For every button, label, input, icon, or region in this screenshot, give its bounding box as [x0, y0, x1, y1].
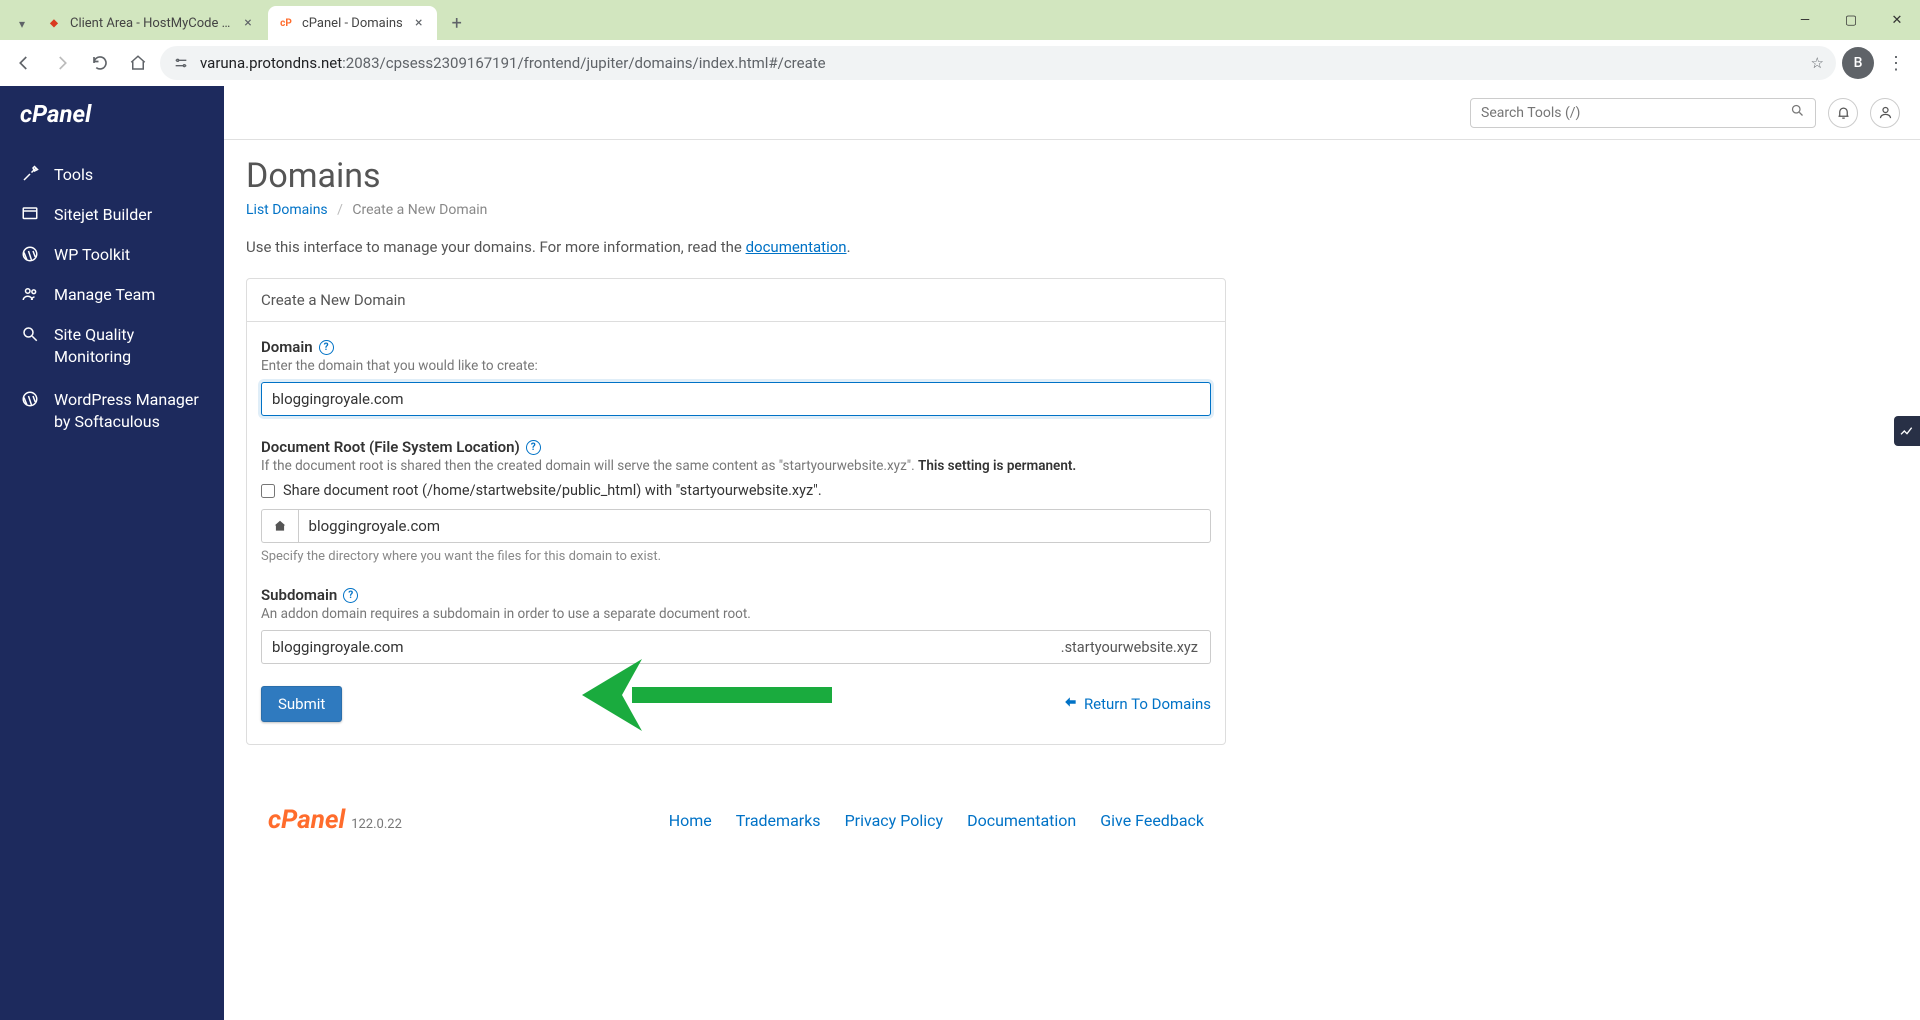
sidebar-item-tools[interactable]: Tools: [0, 154, 224, 194]
breadcrumb: List Domains / Create a New Domain: [246, 202, 1226, 218]
profile-avatar[interactable]: B: [1842, 47, 1874, 79]
sitejet-icon: [20, 204, 40, 224]
domain-hint: Enter the domain that you would like to …: [261, 358, 1211, 374]
footer-version: 122.0.22: [351, 817, 402, 832]
browser-toolbar: varuna.protondns.net:2083/cpsess23091671…: [0, 40, 1920, 86]
tab-client-area[interactable]: ◆ Client Area - HostMyCode Web ×: [36, 6, 266, 40]
search-input[interactable]: [1481, 105, 1782, 121]
sidebar-item-label: WordPress Managerby Softaculous: [54, 389, 199, 434]
notifications-button[interactable]: [1828, 98, 1858, 128]
browser-menu-button[interactable]: ⋮: [1880, 47, 1912, 79]
tab-title: Client Area - HostMyCode Web: [70, 16, 232, 31]
search-icon[interactable]: [1790, 103, 1805, 122]
favicon-icon: cP: [278, 15, 294, 31]
close-icon[interactable]: ×: [411, 15, 427, 31]
tab-title: cPanel - Domains: [302, 16, 403, 31]
breadcrumb-list-domains[interactable]: List Domains: [246, 202, 328, 218]
sidebar-item-label: Sitejet Builder: [54, 205, 152, 224]
return-icon: [1064, 695, 1078, 713]
footer-link-documentation[interactable]: Documentation: [967, 811, 1076, 830]
return-to-domains-link[interactable]: Return To Domains: [1064, 695, 1211, 713]
team-icon: [20, 284, 40, 304]
footer-link-trademarks[interactable]: Trademarks: [736, 811, 821, 830]
address-bar[interactable]: varuna.protondns.net:2083/cpsess23091671…: [160, 46, 1836, 80]
footer-link-privacy[interactable]: Privacy Policy: [845, 811, 944, 830]
subdomain-input[interactable]: [261, 630, 1049, 664]
cpanel-logo[interactable]: cPanel: [0, 100, 224, 154]
close-window-button[interactable]: ✕: [1874, 0, 1920, 40]
tab-cpanel-domains[interactable]: cP cPanel - Domains ×: [268, 6, 437, 40]
minimize-button[interactable]: —: [1782, 0, 1828, 40]
home-icon: [261, 509, 298, 543]
url-text: varuna.protondns.net:2083/cpsess23091671…: [200, 54, 1801, 72]
subdomain-label: Subdomain ?: [261, 586, 1211, 604]
tools-icon: [20, 164, 40, 184]
sidebar-item-site-quality[interactable]: Site QualityMonitoring: [0, 314, 224, 379]
home-button[interactable]: [122, 47, 154, 79]
documentation-link[interactable]: documentation: [746, 238, 847, 256]
magnify-icon: [20, 324, 40, 344]
help-icon[interactable]: ?: [343, 588, 358, 603]
browser-tab-strip: ▾ ◆ Client Area - HostMyCode Web × cP cP…: [0, 0, 1920, 40]
sidebar-item-label: Manage Team: [54, 285, 155, 304]
wordpress-icon: [20, 244, 40, 264]
sidebar: cPanel Tools Sitejet Builder WP Toolkit …: [0, 86, 224, 1020]
subdomain-suffix: .startyourwebsite.xyz: [1049, 630, 1211, 664]
page-title: Domains: [246, 156, 1226, 196]
intro-text: Use this interface to manage your domain…: [246, 238, 1226, 256]
breadcrumb-separator: /: [337, 202, 343, 218]
maximize-button[interactable]: ▢: [1828, 0, 1874, 40]
content-area: Domains List Domains / Create a New Doma…: [224, 86, 1920, 1020]
breadcrumb-current: Create a New Domain: [352, 202, 487, 218]
search-tools[interactable]: [1470, 98, 1816, 128]
forward-button[interactable]: [46, 47, 78, 79]
docroot-hint: If the document root is shared then the …: [261, 458, 1211, 474]
docroot-below-hint: Specify the directory where you want the…: [261, 549, 1211, 564]
sidebar-item-wp-manager[interactable]: WordPress Managerby Softaculous: [0, 379, 224, 444]
panel-title: Create a New Domain: [247, 279, 1225, 322]
stats-tab-button[interactable]: [1894, 416, 1920, 446]
help-icon[interactable]: ?: [319, 340, 334, 355]
share-docroot-input[interactable]: [261, 484, 275, 498]
checkbox-label: Share document root (/home/startwebsite/…: [283, 482, 822, 499]
bookmark-star-icon[interactable]: ☆: [1811, 54, 1824, 72]
tab-search-dropdown[interactable]: ▾: [8, 8, 36, 40]
domain-label: Domain ?: [261, 338, 1211, 356]
sidebar-item-label: Tools: [54, 165, 93, 184]
domain-input[interactable]: [261, 382, 1211, 416]
topbar: [224, 86, 1920, 140]
wordpress-icon: [20, 389, 40, 409]
sidebar-item-sitejet[interactable]: Sitejet Builder: [0, 194, 224, 234]
sidebar-item-manage-team[interactable]: Manage Team: [0, 274, 224, 314]
footer-link-home[interactable]: Home: [669, 811, 712, 830]
footer-link-feedback[interactable]: Give Feedback: [1100, 811, 1204, 830]
sidebar-item-label: Site QualityMonitoring: [54, 324, 134, 369]
docroot-input[interactable]: [298, 509, 1211, 543]
subdomain-hint: An addon domain requires a subdomain in …: [261, 606, 1211, 622]
create-domain-panel: Create a New Domain Domain ? Enter the d…: [246, 278, 1226, 745]
back-button[interactable]: [8, 47, 40, 79]
sidebar-item-wp-toolkit[interactable]: WP Toolkit: [0, 234, 224, 274]
favicon-icon: ◆: [46, 15, 62, 31]
reload-button[interactable]: [84, 47, 116, 79]
site-settings-icon[interactable]: [172, 54, 190, 72]
footer-logo: cPanel: [268, 805, 345, 835]
sidebar-item-label: WP Toolkit: [54, 245, 130, 264]
help-icon[interactable]: ?: [526, 440, 541, 455]
submit-button[interactable]: Submit: [261, 686, 342, 722]
account-button[interactable]: [1870, 98, 1900, 128]
footer: cPanel 122.0.22 Home Trademarks Privacy …: [246, 775, 1226, 845]
svg-text:cPanel: cPanel: [20, 100, 92, 128]
docroot-label: Document Root (File System Location) ?: [261, 438, 1211, 456]
share-docroot-checkbox[interactable]: Share document root (/home/startwebsite/…: [261, 482, 1211, 499]
close-icon[interactable]: ×: [240, 15, 256, 31]
window-controls: — ▢ ✕: [1782, 0, 1920, 40]
new-tab-button[interactable]: +: [443, 9, 471, 37]
